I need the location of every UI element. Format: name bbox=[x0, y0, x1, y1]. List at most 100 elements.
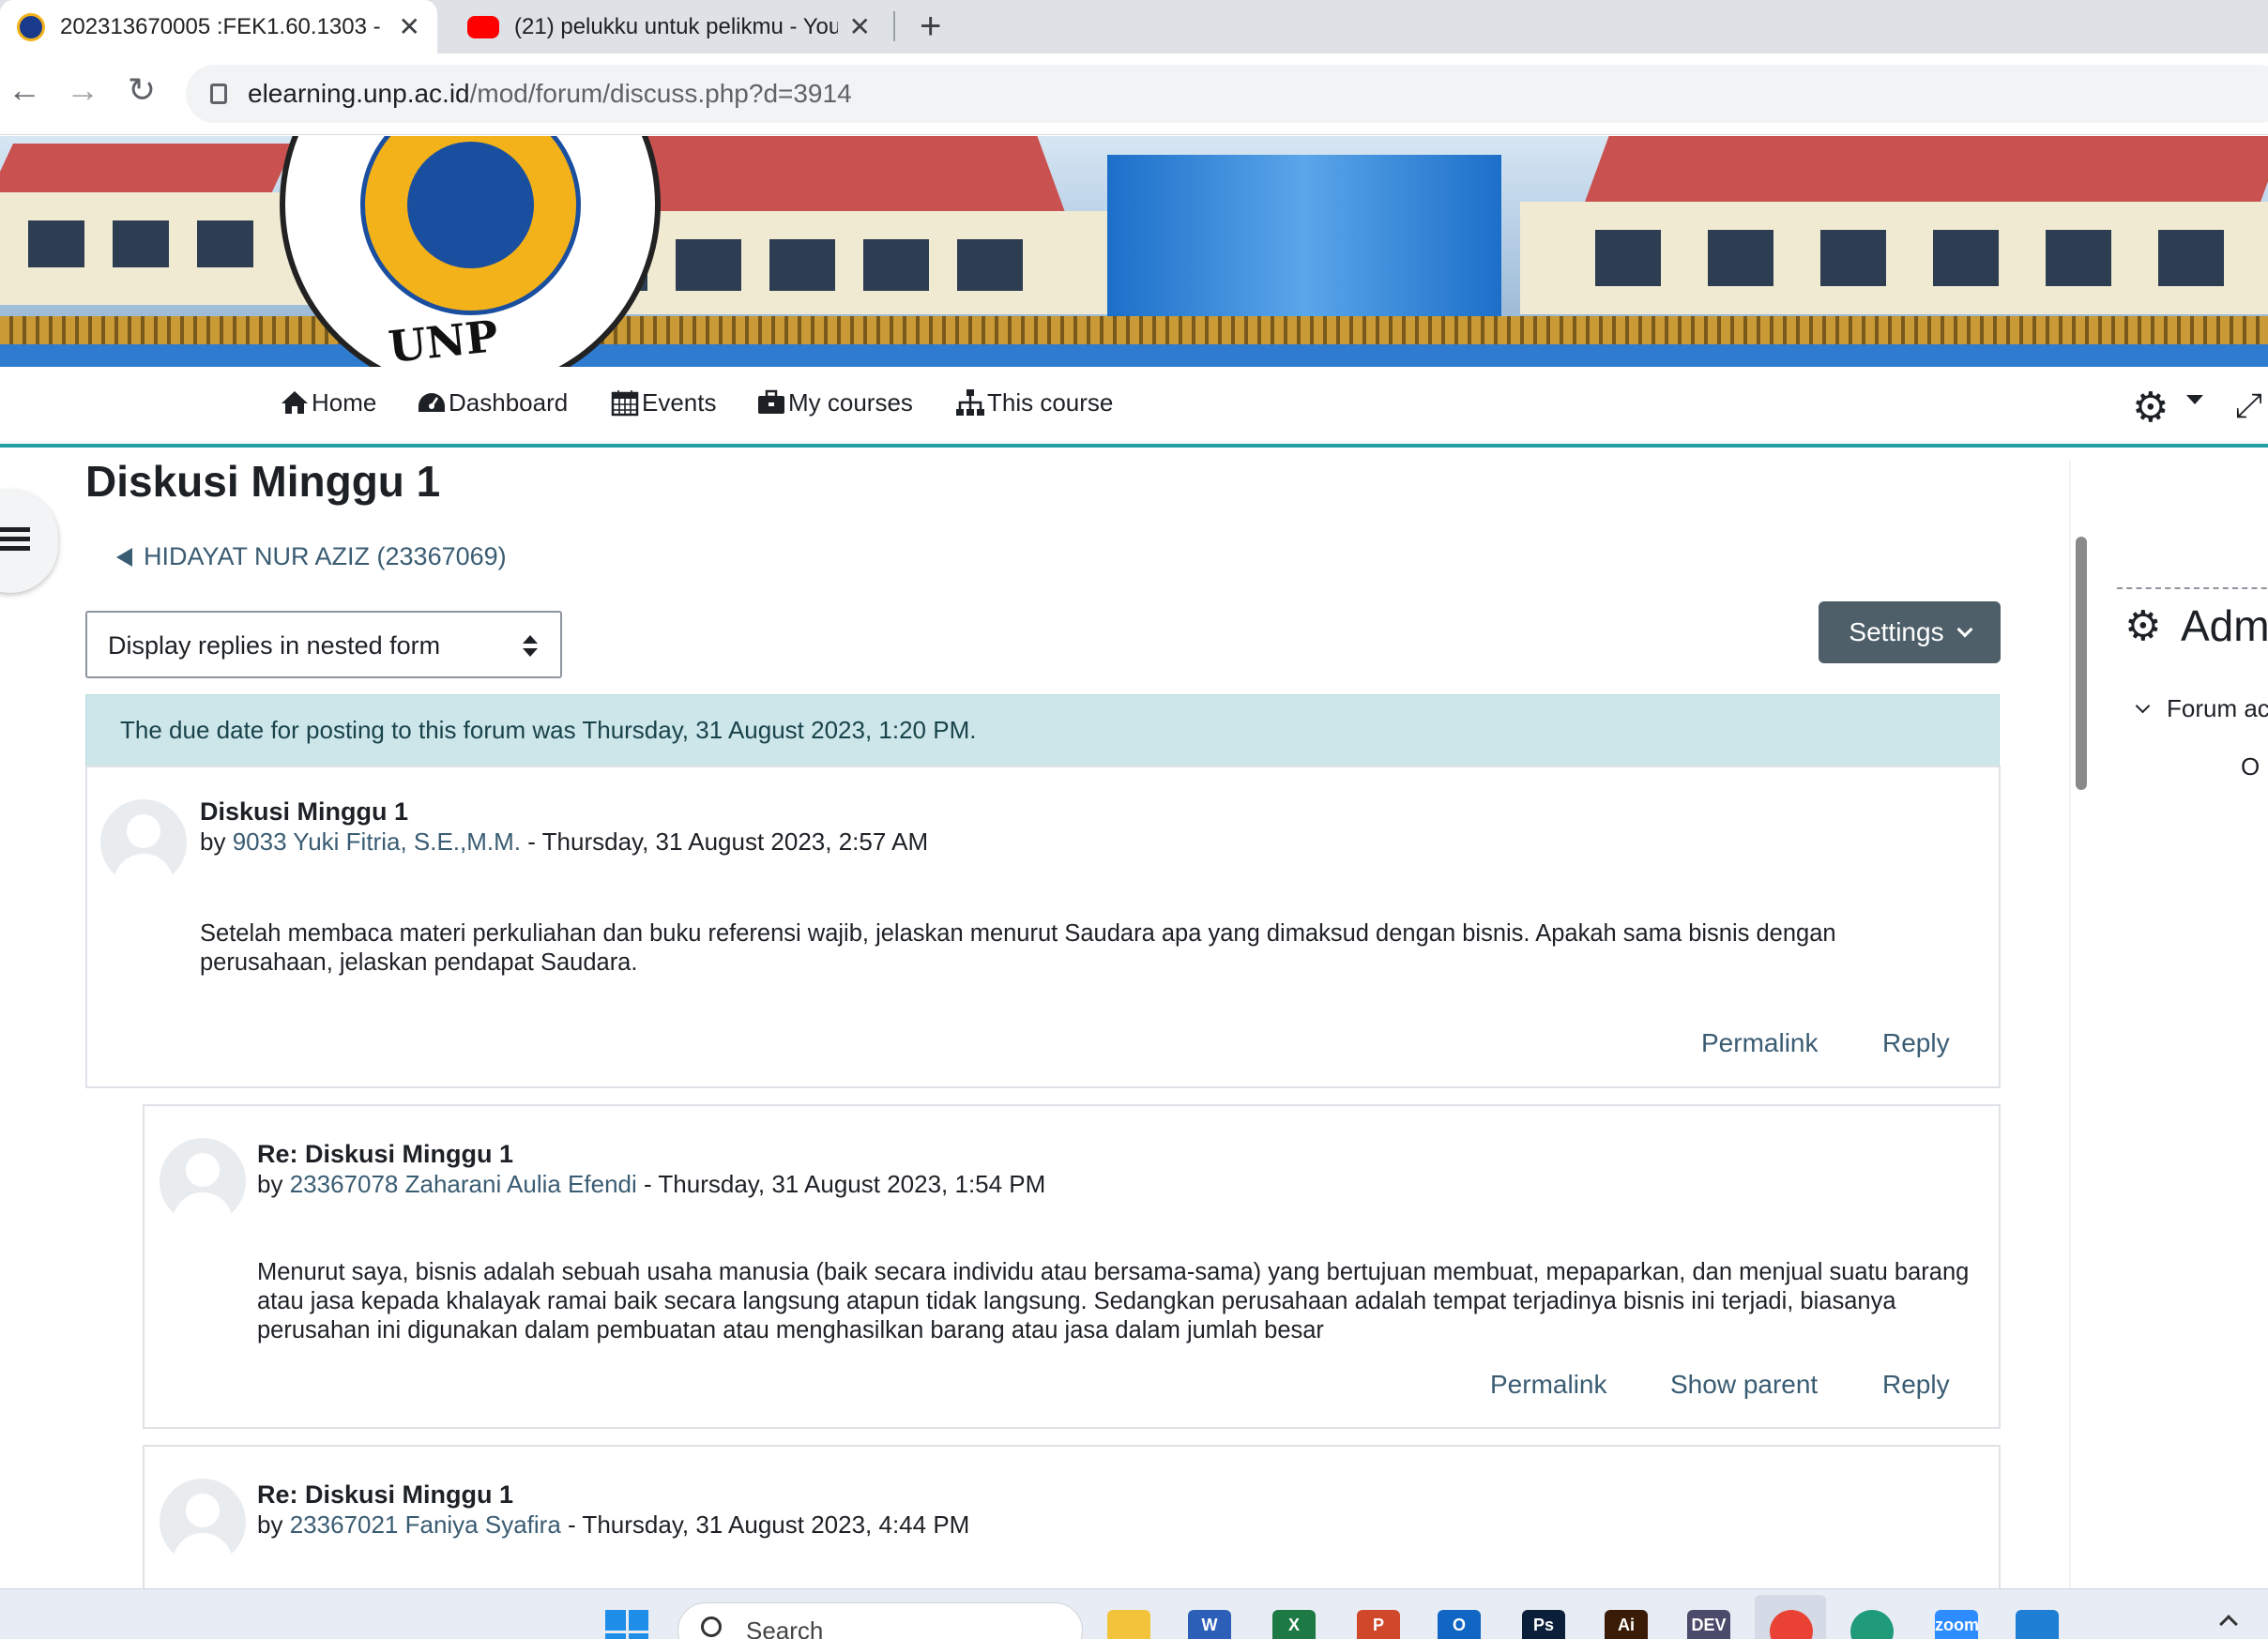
close-icon[interactable]: ✕ bbox=[849, 11, 871, 42]
show-parent-link[interactable]: Show parent bbox=[1670, 1370, 1818, 1400]
excel-icon[interactable]: X bbox=[1272, 1610, 1316, 1639]
nav-label: Events bbox=[642, 387, 717, 417]
calendar-icon bbox=[611, 390, 639, 417]
forum-admin-label: Forum ac bbox=[2167, 694, 2268, 722]
post-body: Menurut saya, bisnis adalah sebuah usaha… bbox=[257, 1259, 1970, 1343]
new-tab-button[interactable]: + bbox=[920, 6, 941, 48]
dashboard-icon bbox=[419, 393, 445, 412]
nav-label: Home bbox=[312, 387, 377, 417]
lock-icon[interactable] bbox=[210, 83, 227, 104]
vscode-icon[interactable] bbox=[2016, 1610, 2059, 1639]
youtube-favicon-icon bbox=[467, 15, 499, 38]
post-body: Setelah membaca materi perkuliahan dan b… bbox=[200, 920, 1836, 976]
search-placeholder: Search bbox=[746, 1616, 824, 1639]
avatar[interactable] bbox=[100, 799, 187, 886]
post-by: by bbox=[257, 1170, 283, 1198]
illustrator-icon[interactable]: Ai bbox=[1605, 1610, 1648, 1639]
scrollbar[interactable] bbox=[2076, 537, 2087, 790]
display-mode-select[interactable]: Display replies in nested form bbox=[85, 611, 562, 678]
display-mode-value: Display replies in nested form bbox=[108, 631, 441, 660]
back-link-label: HIDAYAT NUR AZIZ (23367069) bbox=[144, 542, 507, 570]
settings-button[interactable]: Settings bbox=[1819, 601, 2001, 663]
chevron-up-icon[interactable] bbox=[2219, 1615, 2238, 1633]
post-author-link[interactable]: 9033 Yuki Fitria, S.E.,M.M. bbox=[233, 827, 521, 856]
url-path: /mod/forum/discuss.php?d=3914 bbox=[469, 79, 852, 108]
edge-icon[interactable] bbox=[1850, 1610, 1894, 1639]
back-link[interactable]: HIDAYAT NUR AZIZ (23367069) bbox=[116, 542, 507, 571]
search-icon bbox=[701, 1616, 722, 1637]
unp-logo: UNP bbox=[280, 136, 661, 367]
reply-link[interactable]: Reply bbox=[1882, 1028, 1950, 1058]
nav-events[interactable]: Events bbox=[610, 387, 717, 417]
nav-label: This course bbox=[987, 387, 1114, 417]
address-bar[interactable]: elearning.unp.ac.id/mod/forum/discuss.ph… bbox=[186, 65, 2268, 123]
outlook-icon[interactable]: O bbox=[1438, 1610, 1481, 1639]
post-author-link[interactable]: 23367078 Zaharani Aulia Efendi bbox=[290, 1170, 637, 1198]
gear-icon[interactable]: ⚙ bbox=[2132, 384, 2169, 432]
tab-title: (21) pelukku untuk pelikmu - You bbox=[514, 13, 838, 39]
unp-favicon-icon bbox=[17, 12, 45, 41]
powerpoint-icon[interactable]: P bbox=[1357, 1610, 1400, 1639]
windows-taskbar: Search W X P O Ps Ai DEV zoom bbox=[0, 1588, 2268, 1639]
browser-tab-active[interactable]: 202313670005 :FEK1.60.1303 - Pe ✕ bbox=[0, 0, 437, 53]
expand-icon[interactable]: ⤢ bbox=[2235, 386, 2262, 426]
post-by: by bbox=[257, 1510, 283, 1539]
url-host: elearning.unp.ac.id bbox=[248, 79, 470, 108]
reply-link[interactable]: Reply bbox=[1882, 1370, 1950, 1400]
reload-button[interactable]: ↻ bbox=[128, 70, 156, 110]
back-arrow-icon bbox=[116, 548, 132, 567]
main-navbar: Home Dashboard Events My courses This co… bbox=[0, 367, 2268, 448]
nav-label: Dashboard bbox=[449, 387, 569, 417]
nav-my-courses[interactable]: My courses bbox=[756, 387, 913, 417]
forward-button[interactable]: → bbox=[66, 70, 99, 110]
gears-icon: ⚙ bbox=[2124, 603, 2162, 649]
word-icon[interactable]: W bbox=[1188, 1610, 1231, 1639]
post-date: - Thursday, 31 August 2023, 1:54 PM bbox=[636, 1170, 1046, 1198]
devcpp-icon[interactable]: DEV bbox=[1687, 1610, 1730, 1639]
nav-dashboard[interactable]: Dashboard bbox=[417, 387, 568, 417]
browser-tab-youtube[interactable]: (21) pelukku untuk pelikmu - You ✕ bbox=[450, 0, 888, 53]
permalink-link[interactable]: Permalink bbox=[1490, 1370, 1606, 1400]
post-date: - Thursday, 31 August 2023, 4:44 PM bbox=[560, 1510, 970, 1539]
chevron-down-icon[interactable] bbox=[2186, 395, 2203, 404]
post-meta: by 23367021 Faniya Syafira - Thursday, 3… bbox=[257, 1510, 969, 1540]
avatar[interactable] bbox=[160, 1479, 246, 1565]
photoshop-icon[interactable]: Ps bbox=[1522, 1610, 1565, 1639]
forum-admin-node[interactable]: Forum ac bbox=[2135, 694, 2268, 723]
nav-label: My courses bbox=[788, 387, 913, 417]
block-divider bbox=[2117, 587, 2268, 589]
back-button[interactable]: ← bbox=[8, 70, 41, 110]
due-date-alert: The due date for posting to this forum w… bbox=[85, 694, 2000, 767]
sort-arrows-icon bbox=[523, 635, 538, 658]
post-date: - Thursday, 31 August 2023, 2:57 AM bbox=[521, 827, 929, 856]
post-author-link[interactable]: 23367021 Faniya Syafira bbox=[290, 1510, 561, 1539]
post-meta: by 23367078 Zaharani Aulia Efendi - Thur… bbox=[257, 1170, 1045, 1199]
post-subject: Diskusi Minggu 1 bbox=[200, 797, 409, 826]
admin-option-item[interactable]: O bbox=[2241, 752, 2260, 782]
windows-start-icon[interactable] bbox=[605, 1610, 648, 1639]
nav-this-course[interactable]: This course bbox=[955, 387, 1113, 417]
column-divider bbox=[2069, 461, 2071, 1596]
nav-home[interactable]: Home bbox=[280, 387, 376, 417]
post-by: by bbox=[200, 827, 226, 856]
avatar[interactable] bbox=[160, 1138, 246, 1224]
chevron-down-icon bbox=[2135, 698, 2151, 714]
zoom-icon[interactable]: zoom bbox=[1935, 1610, 1979, 1639]
post-meta: by 9033 Yuki Fitria, S.E.,M.M. - Thursda… bbox=[200, 827, 928, 857]
course-index-toggle[interactable] bbox=[0, 490, 58, 593]
briefcase-icon bbox=[758, 389, 784, 414]
list-icon bbox=[0, 527, 30, 552]
close-icon[interactable]: ✕ bbox=[399, 11, 420, 42]
home-icon bbox=[282, 391, 308, 414]
post-subject: Re: Diskusi Minggu 1 bbox=[257, 1480, 514, 1509]
taskbar-search[interactable]: Search bbox=[677, 1602, 1083, 1639]
permalink-link[interactable]: Permalink bbox=[1701, 1028, 1818, 1058]
site-banner: UNP bbox=[0, 136, 2268, 367]
admin-block-title: Adm bbox=[2181, 601, 2268, 650]
sitemap-icon bbox=[956, 389, 984, 416]
page-title: Diskusi Minggu 1 bbox=[85, 457, 441, 506]
due-date-text: The due date for posting to this forum w… bbox=[120, 716, 977, 744]
file-explorer-icon[interactable] bbox=[1107, 1610, 1150, 1639]
tab-separator bbox=[893, 11, 895, 41]
logo-text: UNP bbox=[386, 311, 501, 367]
